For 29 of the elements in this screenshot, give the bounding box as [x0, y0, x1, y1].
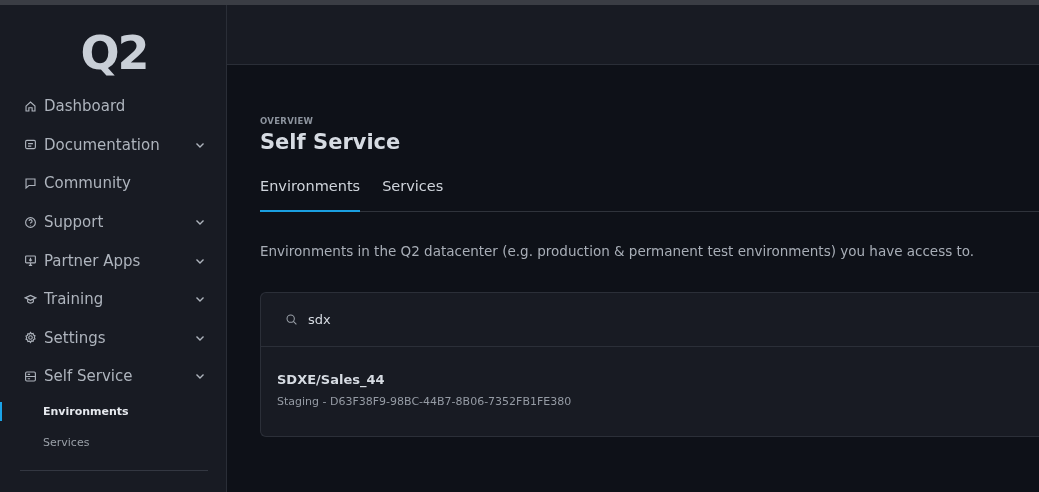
settings-icon: [24, 331, 37, 345]
document-icon: [24, 138, 37, 152]
nav-subitem[interactable]: Environments: [2, 395, 226, 427]
nav-item[interactable]: Settings: [2, 318, 226, 358]
server-icon: [24, 369, 37, 383]
nav-item[interactable]: Community: [2, 164, 226, 203]
environment-row[interactable]: SDXE/Sales_44 Staging - D63F38F9-98BC-44B7-8B06-7352FB1FE380: [261, 347, 1039, 436]
description: Environments in the Q2 datacenter (e.g. production & permanent test environments) you have access to.: [260, 243, 976, 259]
environment-name: SDXE/Sales_44: [277, 372, 386, 387]
nav-item[interactable]: Documentation: [2, 125, 226, 165]
nav-item[interactable]: Dashboard: [2, 87, 226, 126]
nav-item[interactable]: Self Service: [2, 357, 226, 396]
tab[interactable]: Services: [382, 172, 444, 212]
page-eyebrow: OVERVIEW: [260, 116, 315, 126]
environment-detail: Staging - D63F38F9-98BC-44B7-8B06-7352FB1FE380: [277, 395, 573, 408]
nav-item[interactable]: Training: [2, 279, 226, 319]
nav-item[interactable]: Partner Apps: [2, 241, 226, 280]
nav-item[interactable]: Support: [2, 202, 226, 242]
search-field[interactable]: sdx: [308, 312, 508, 327]
graduation-cap-icon: [24, 292, 37, 306]
logo: Q2: [79, 27, 149, 79]
tab[interactable]: Environments: [260, 172, 361, 212]
nav-subitem[interactable]: Services: [2, 426, 226, 458]
home-icon: [24, 99, 37, 113]
monitor-icon: [24, 254, 37, 268]
search-icon: [285, 313, 298, 326]
chat-bubble-icon: [24, 177, 37, 190]
page-title: Self Service: [260, 130, 402, 154]
help-icon: [24, 215, 37, 229]
